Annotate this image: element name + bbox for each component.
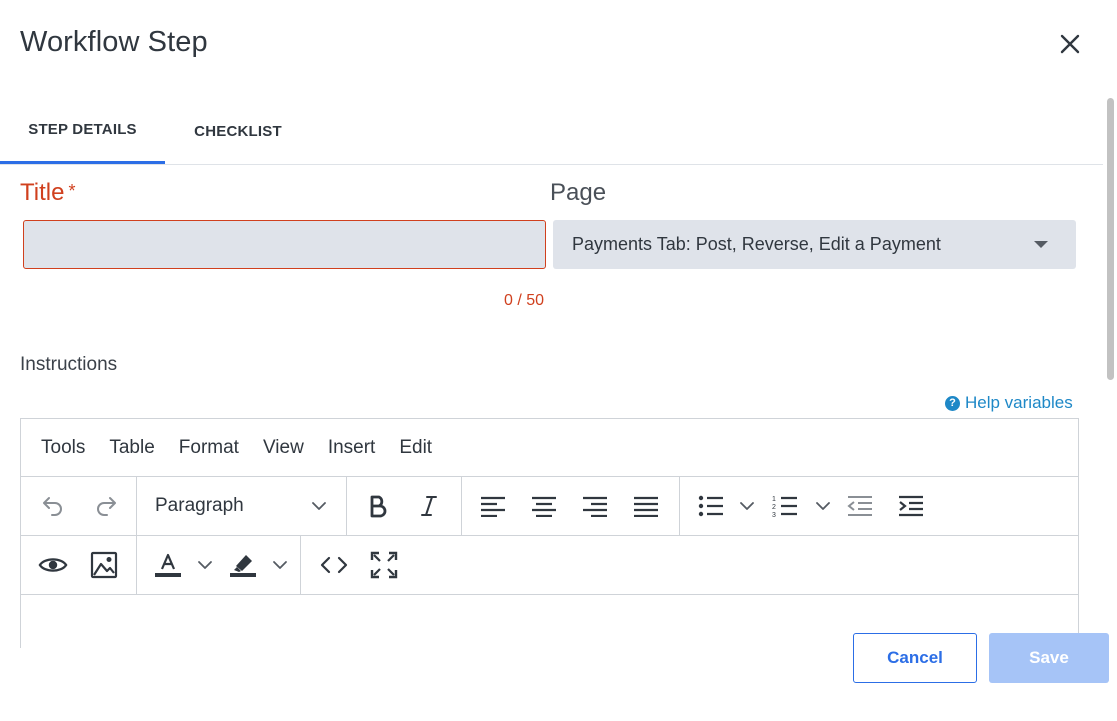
source-code-button[interactable] xyxy=(319,550,349,580)
save-button[interactable]: Save xyxy=(989,633,1109,683)
menu-edit[interactable]: Edit xyxy=(387,437,444,459)
caret-down-icon xyxy=(1034,241,1048,248)
bullet-list-chevron[interactable] xyxy=(738,491,756,521)
outdent-button[interactable] xyxy=(845,491,875,521)
text-style-group xyxy=(347,477,462,535)
svg-text:3: 3 xyxy=(772,512,776,518)
numbered-list-icon: 123 xyxy=(772,496,797,518)
outdent-icon xyxy=(847,496,872,516)
align-left-button[interactable] xyxy=(478,491,508,521)
block-format-select[interactable]: Paragraph xyxy=(155,491,333,521)
text-color-button[interactable] xyxy=(153,550,183,580)
italic-button[interactable] xyxy=(414,491,444,521)
align-center-button[interactable] xyxy=(529,491,559,521)
undo-icon xyxy=(43,497,62,516)
insert-image-button[interactable] xyxy=(89,550,119,580)
bold-button[interactable] xyxy=(363,491,393,521)
editor-toolbar-row-2 xyxy=(21,536,1078,595)
align-justify-button[interactable] xyxy=(631,491,661,521)
numbered-list-button[interactable]: 123 xyxy=(770,491,800,521)
close-button[interactable] xyxy=(1056,30,1084,58)
align-left-icon xyxy=(481,496,505,517)
cancel-button[interactable]: Cancel xyxy=(853,633,977,683)
chevron-down-icon xyxy=(273,561,287,569)
page-selected-value: Payments Tab: Post, Reverse, Edit a Paym… xyxy=(572,234,941,254)
chevron-down-icon xyxy=(198,561,212,569)
required-mark: * xyxy=(68,181,76,201)
rich-text-editor: Tools Table Format View Insert Edit Para… xyxy=(20,418,1079,648)
bold-icon xyxy=(370,495,387,518)
text-color-icon xyxy=(155,553,181,577)
highlight-chevron[interactable] xyxy=(271,550,289,580)
chevron-down-icon xyxy=(740,502,754,510)
bullet-list-icon xyxy=(698,495,723,517)
indent-icon xyxy=(899,495,923,517)
undo-button[interactable] xyxy=(38,491,68,521)
bullet-list-button[interactable] xyxy=(696,491,726,521)
block-format-chevron[interactable] xyxy=(310,491,328,521)
close-icon xyxy=(1060,34,1080,54)
align-justify-icon xyxy=(634,496,658,517)
italic-icon xyxy=(421,496,437,516)
align-right-icon xyxy=(583,496,607,517)
numbered-list-chevron[interactable] xyxy=(814,491,832,521)
menu-tools[interactable]: Tools xyxy=(29,437,97,459)
chevron-down-icon xyxy=(816,502,830,510)
scrollbar-thumb[interactable] xyxy=(1107,98,1114,380)
question-circle-icon: ? xyxy=(945,395,960,411)
block-format-value: Paragraph xyxy=(155,495,244,516)
media-group xyxy=(21,536,137,594)
tab-bar: STEP DETAILS CHECKLIST xyxy=(0,98,1103,165)
fullscreen-button[interactable] xyxy=(369,550,399,580)
menu-view[interactable]: View xyxy=(251,437,316,459)
menu-insert[interactable]: Insert xyxy=(316,437,388,459)
list-group: 123 xyxy=(680,477,1080,535)
redo-icon xyxy=(97,497,116,516)
title-character-counter: 0 / 50 xyxy=(503,292,544,309)
menu-table[interactable]: Table xyxy=(97,437,166,459)
align-center-icon xyxy=(532,496,556,517)
block-format-group: Paragraph xyxy=(137,477,347,535)
image-icon xyxy=(90,551,118,579)
preview-button[interactable] xyxy=(38,550,68,580)
tab-step-details[interactable]: STEP DETAILS xyxy=(0,98,165,164)
alignment-group xyxy=(462,477,680,535)
page-select[interactable]: Payments Tab: Post, Reverse, Edit a Paym… xyxy=(553,220,1076,269)
title-input[interactable] xyxy=(23,220,546,269)
editor-toolbar-row-1: Paragraph 1 2 3 xyxy=(21,477,1078,536)
editor-menubar: Tools Table Format View Insert Edit xyxy=(21,419,1078,477)
highlight-button[interactable] xyxy=(228,550,258,580)
highlight-icon xyxy=(230,555,256,577)
fullscreen-icon xyxy=(370,551,398,579)
chevron-down-icon xyxy=(312,502,326,510)
indent-button[interactable] xyxy=(896,491,926,521)
source-code-icon xyxy=(320,556,348,574)
color-group xyxy=(137,536,301,594)
menu-format[interactable]: Format xyxy=(167,437,251,459)
svg-text:1: 1 xyxy=(772,496,776,503)
redo-button[interactable] xyxy=(91,491,121,521)
align-right-button[interactable] xyxy=(580,491,610,521)
view-group xyxy=(301,536,421,594)
help-variables-label: Help variables xyxy=(965,393,1073,412)
instructions-label: Instructions xyxy=(20,354,118,375)
text-color-chevron[interactable] xyxy=(196,550,214,580)
tab-checklist[interactable]: CHECKLIST xyxy=(170,98,306,164)
history-group xyxy=(21,477,137,535)
dialog-title: Workflow Step xyxy=(20,26,208,58)
page-label: Page xyxy=(550,179,607,206)
svg-text:2: 2 xyxy=(772,504,776,511)
help-variables-link[interactable]: ? Help variables xyxy=(945,393,1073,413)
title-label: Title * xyxy=(20,179,76,206)
preview-icon xyxy=(38,558,68,572)
